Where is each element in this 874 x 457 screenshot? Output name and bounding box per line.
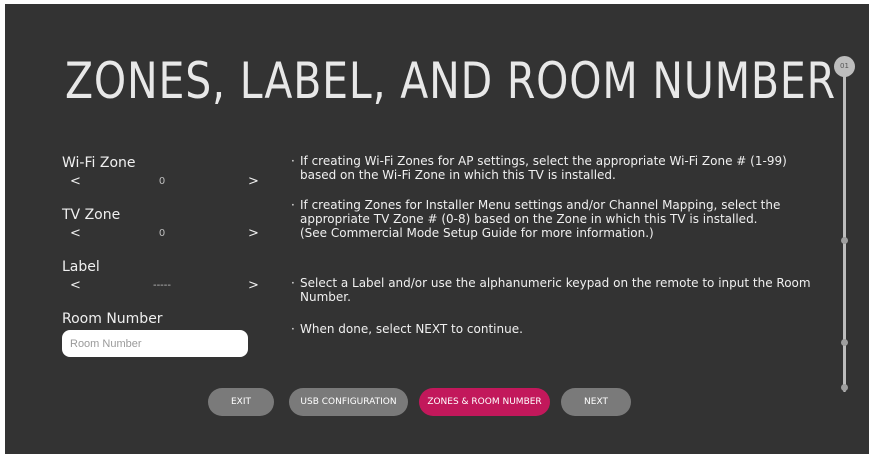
room-number-setting: Room Number [62,310,262,328]
chevron-right-icon[interactable]: > [248,277,259,295]
scroll-step-dot [841,339,848,346]
chevron-left-icon[interactable]: < [70,173,81,191]
chevron-right-icon[interactable]: > [248,225,259,243]
page-title: ZONES, LABEL, AND ROOM NUMBER [65,52,836,110]
wifi-zone-label: Wi-Fi Zone [62,155,136,171]
instruction-item: · If creating Wi-Fi Zones for AP setting… [291,154,787,182]
step-indicator: 01 [834,56,855,77]
scroll-step-dot [841,384,848,391]
instruction-item: · When done, select NEXT to continue. [291,322,523,336]
label-selector[interactable]: < ----- > [62,277,262,295]
scroll-step-dot [841,237,848,244]
zones-room-number-button[interactable]: ZONES & ROOM NUMBER [419,388,550,416]
chevron-left-icon[interactable]: < [70,277,81,295]
instruction-item: · If creating Zones for Installer Menu s… [291,198,781,240]
wifi-zone-setting: Wi-Fi Zone < 0 > [62,154,262,191]
wifi-zone-value: 0 [158,176,166,187]
usb-configuration-button[interactable]: USB CONFIGURATION [289,388,408,416]
label-value: ----- [152,280,172,291]
exit-button[interactable]: EXIT [208,388,274,416]
tv-zone-value: 0 [158,228,166,239]
wifi-zone-selector[interactable]: < 0 > [62,173,262,191]
tv-zone-setting: TV Zone < 0 > [62,206,262,243]
chevron-right-icon[interactable]: > [248,173,259,191]
tv-zone-label: TV Zone [62,207,121,223]
next-button[interactable]: NEXT [561,388,631,416]
label-setting: Label < ----- > [62,258,262,295]
chevron-left-icon[interactable]: < [70,225,81,243]
room-number-label: Room Number [62,311,163,327]
instruction-item: · Select a Label and/or use the alphanum… [291,276,811,304]
setup-screen: ZONES, LABEL, AND ROOM NUMBER Wi-Fi Zone… [5,4,869,454]
tv-zone-selector[interactable]: < 0 > [62,225,262,243]
room-number-input[interactable] [62,330,248,357]
label-label: Label [62,259,100,275]
